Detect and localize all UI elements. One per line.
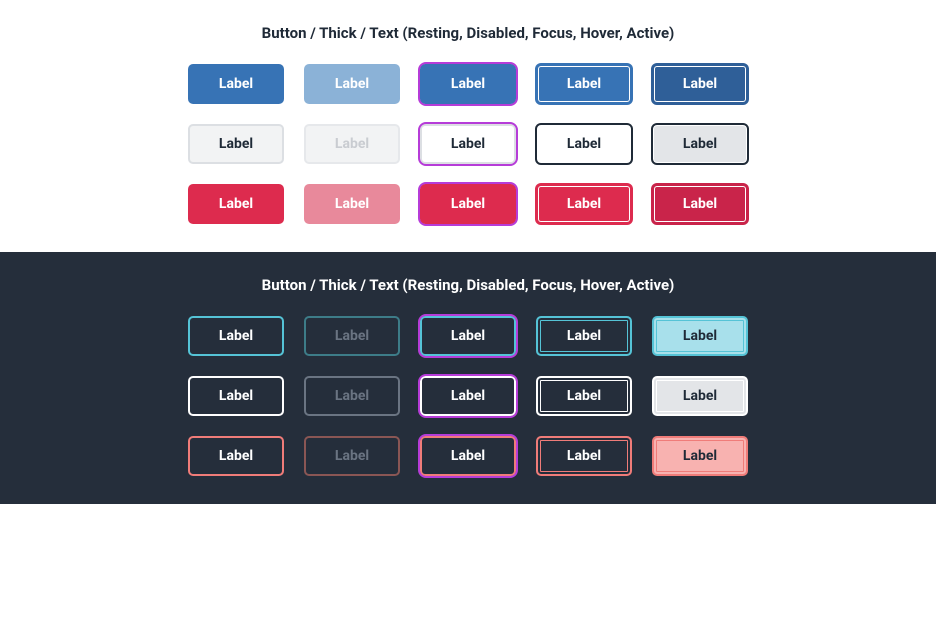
button-label: Label	[335, 388, 369, 404]
btn-secondary-disabled: Label	[304, 376, 400, 416]
btn-secondary-disabled: Label	[304, 124, 400, 164]
button-label: Label	[567, 388, 601, 404]
btn-primary-resting[interactable]: Label	[188, 316, 284, 356]
button-label: Label	[567, 328, 601, 344]
button-label: Label	[219, 388, 253, 404]
button-label: Label	[683, 388, 717, 404]
button-label: Label	[567, 448, 601, 464]
btn-danger-active[interactable]: Label	[652, 184, 748, 224]
btn-danger-focus[interactable]: Label	[420, 184, 516, 224]
btn-primary-resting[interactable]: Label	[188, 64, 284, 104]
button-label: Label	[567, 136, 601, 152]
button-label: Label	[219, 448, 253, 464]
btn-primary-disabled: Label	[304, 64, 400, 104]
btn-secondary-focus[interactable]: Label	[420, 376, 516, 416]
btn-secondary-hover[interactable]: Label	[536, 376, 632, 416]
button-label: Label	[683, 136, 717, 152]
button-label: Label	[451, 136, 485, 152]
btn-secondary-resting[interactable]: Label	[188, 376, 284, 416]
button-label: Label	[335, 196, 369, 212]
button-label: Label	[219, 76, 253, 92]
btn-danger-active[interactable]: Label	[652, 436, 748, 476]
btn-secondary-focus[interactable]: Label	[420, 124, 516, 164]
btn-danger-hover[interactable]: Label	[536, 184, 632, 224]
btn-primary-active[interactable]: Label	[652, 64, 748, 104]
btn-danger-disabled: Label	[304, 184, 400, 224]
panel-dark-title: Button / Thick / Text (Resting, Disabled…	[262, 276, 675, 294]
btn-primary-hover[interactable]: Label	[536, 316, 632, 356]
btn-danger-resting[interactable]: Label	[188, 184, 284, 224]
button-label: Label	[451, 388, 485, 404]
button-label: Label	[451, 196, 485, 212]
btn-danger-hover[interactable]: Label	[536, 436, 632, 476]
btn-secondary-hover[interactable]: Label	[536, 124, 632, 164]
button-label: Label	[219, 328, 253, 344]
button-label: Label	[335, 448, 369, 464]
button-label: Label	[335, 328, 369, 344]
button-label: Label	[219, 196, 253, 212]
btn-danger-focus[interactable]: Label	[420, 436, 516, 476]
button-label: Label	[451, 328, 485, 344]
button-label: Label	[451, 76, 485, 92]
button-label: Label	[219, 136, 253, 152]
btn-secondary-active[interactable]: Label	[652, 376, 748, 416]
panel-dark: Button / Thick / Text (Resting, Disabled…	[0, 252, 936, 504]
btn-secondary-active[interactable]: Label	[652, 124, 748, 164]
button-label: Label	[335, 76, 369, 92]
button-label: Label	[451, 448, 485, 464]
button-label: Label	[683, 76, 717, 92]
btn-danger-disabled: Label	[304, 436, 400, 476]
button-label: Label	[335, 136, 369, 152]
btn-primary-hover[interactable]: Label	[536, 64, 632, 104]
button-label: Label	[683, 196, 717, 212]
btn-primary-focus[interactable]: Label	[420, 64, 516, 104]
btn-secondary-resting[interactable]: Label	[188, 124, 284, 164]
btn-primary-disabled: Label	[304, 316, 400, 356]
button-label: Label	[683, 448, 717, 464]
panel-light: Button / Thick / Text (Resting, Disabled…	[0, 0, 936, 252]
button-grid-dark: Label Label Label Label Label Label Labe…	[188, 316, 748, 476]
btn-primary-focus[interactable]: Label	[420, 316, 516, 356]
button-label: Label	[567, 196, 601, 212]
button-grid-light: Label Label Label Label Label Label Labe…	[188, 64, 748, 224]
button-label: Label	[683, 328, 717, 344]
btn-danger-resting[interactable]: Label	[188, 436, 284, 476]
btn-primary-active[interactable]: Label	[652, 316, 748, 356]
panel-light-title: Button / Thick / Text (Resting, Disabled…	[262, 24, 675, 42]
button-label: Label	[567, 76, 601, 92]
